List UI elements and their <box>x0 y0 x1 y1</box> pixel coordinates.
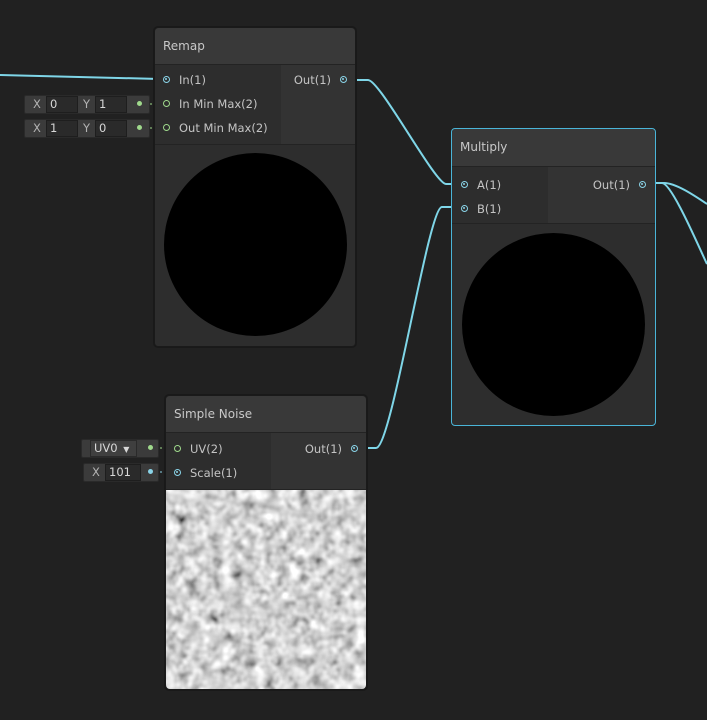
wire-noise-out-to-multiply-b <box>356 206 462 449</box>
in-min-max-field[interactable]: X 0 Y 1 <box>24 95 150 114</box>
remap-in-port[interactable]: In(1) <box>155 71 280 89</box>
uv-field-port[interactable] <box>148 445 153 450</box>
simple-noise-scale-port[interactable]: Scale(1) <box>166 464 271 482</box>
preview-sphere <box>164 153 347 336</box>
simple-noise-uv-port[interactable]: UV(2) <box>166 440 271 458</box>
port-dot-icon[interactable] <box>174 469 181 476</box>
scale-field-port[interactable] <box>148 469 153 474</box>
chevron-down-icon: ▼ <box>123 445 130 454</box>
simple-noise-out-port[interactable]: Out(1) <box>271 440 366 458</box>
out-min-max-x-input[interactable]: 1 <box>46 120 78 137</box>
remap-preview <box>155 145 355 345</box>
scale-input[interactable]: 101 <box>105 464 141 481</box>
multiply-out-port[interactable]: Out(1) <box>548 176 655 194</box>
out-min-max-y-input[interactable]: 0 <box>95 120 127 137</box>
wire-input-to-remap-in <box>0 74 161 80</box>
multiply-node-title[interactable]: Multiply <box>452 129 655 167</box>
uv-channel-label: UV0 <box>94 441 118 455</box>
port-dot-icon[interactable] <box>163 124 170 131</box>
multiply-a-port[interactable]: A(1) <box>452 176 547 194</box>
simple-noise-out-label: Out(1) <box>304 442 342 456</box>
remap-ports: In(1) In Min Max(2) Out Min Max(2) Out(1… <box>155 65 355 145</box>
remap-out-min-max-label: Out Min Max(2) <box>179 121 268 135</box>
remap-node[interactable]: Remap In(1) In Min Max(2) Out Min Max(2)… <box>154 27 356 347</box>
multiply-b-label: B(1) <box>477 202 502 216</box>
in-min-max-x-label: X <box>33 97 41 111</box>
wire-remap-out-to-multiply-a <box>346 79 462 185</box>
multiply-ports: A(1) B(1) Out(1) <box>452 167 655 224</box>
port-dot-icon[interactable] <box>174 445 181 452</box>
remap-in-label: In(1) <box>179 73 206 87</box>
preview-sphere <box>462 233 645 416</box>
multiply-b-port[interactable]: B(1) <box>452 200 547 218</box>
simple-noise-preview <box>166 490 366 689</box>
simple-noise-node-title[interactable]: Simple Noise <box>166 396 366 433</box>
simple-noise-inputs: UV(2) Scale(1) <box>166 433 271 489</box>
multiply-node[interactable]: Multiply A(1) B(1) Out(1) <box>451 128 656 426</box>
remap-node-title[interactable]: Remap <box>155 28 355 65</box>
simple-noise-uv-label: UV(2) <box>190 442 223 456</box>
out-min-max-field[interactable]: X 1 Y 0 <box>24 119 150 138</box>
remap-out-min-max-port[interactable]: Out Min Max(2) <box>155 119 280 137</box>
port-dot-icon[interactable] <box>639 181 646 188</box>
port-dot-icon[interactable] <box>351 445 358 452</box>
multiply-inputs: A(1) B(1) <box>452 167 547 223</box>
remap-in-min-max-label: In Min Max(2) <box>179 97 258 111</box>
simple-noise-ports: UV(2) Scale(1) Out(1) <box>166 433 366 490</box>
simple-noise-node[interactable]: Simple Noise UV(2) Scale(1) Out(1) <box>165 395 367 690</box>
scale-field[interactable]: X 101 <box>83 463 159 482</box>
scale-x-label: X <box>92 465 100 479</box>
multiply-a-label: A(1) <box>477 178 502 192</box>
simple-noise-outputs: Out(1) <box>271 433 366 489</box>
port-dot-icon[interactable] <box>163 76 170 83</box>
port-dot-icon[interactable] <box>461 181 468 188</box>
remap-out-label: Out(1) <box>293 73 331 87</box>
noise-texture <box>166 490 366 689</box>
in-min-max-x-input[interactable]: 0 <box>46 96 78 113</box>
multiply-out-label: Out(1) <box>592 178 630 192</box>
multiply-preview <box>452 225 655 423</box>
port-dot-icon[interactable] <box>340 76 347 83</box>
remap-inputs: In(1) In Min Max(2) Out Min Max(2) <box>155 65 280 144</box>
out-min-max-field-port[interactable] <box>137 125 142 130</box>
multiply-outputs: Out(1) <box>548 167 655 223</box>
in-min-max-y-input[interactable]: 1 <box>95 96 127 113</box>
in-min-max-field-port[interactable] <box>137 101 142 106</box>
simple-noise-scale-label: Scale(1) <box>190 466 238 480</box>
remap-in-min-max-port[interactable]: In Min Max(2) <box>155 95 280 113</box>
remap-out-port[interactable]: Out(1) <box>281 71 355 89</box>
port-dot-icon[interactable] <box>461 205 468 212</box>
in-min-max-y-label: Y <box>83 97 91 111</box>
port-dot-icon[interactable] <box>163 100 170 107</box>
uv-channel-value[interactable]: UV0 ▼ <box>90 440 137 457</box>
out-min-max-y-label: Y <box>83 121 91 135</box>
remap-outputs: Out(1) <box>281 65 355 144</box>
uv-channel-dropdown[interactable]: UV0 ▼ <box>81 439 159 458</box>
out-min-max-x-label: X <box>33 121 41 135</box>
